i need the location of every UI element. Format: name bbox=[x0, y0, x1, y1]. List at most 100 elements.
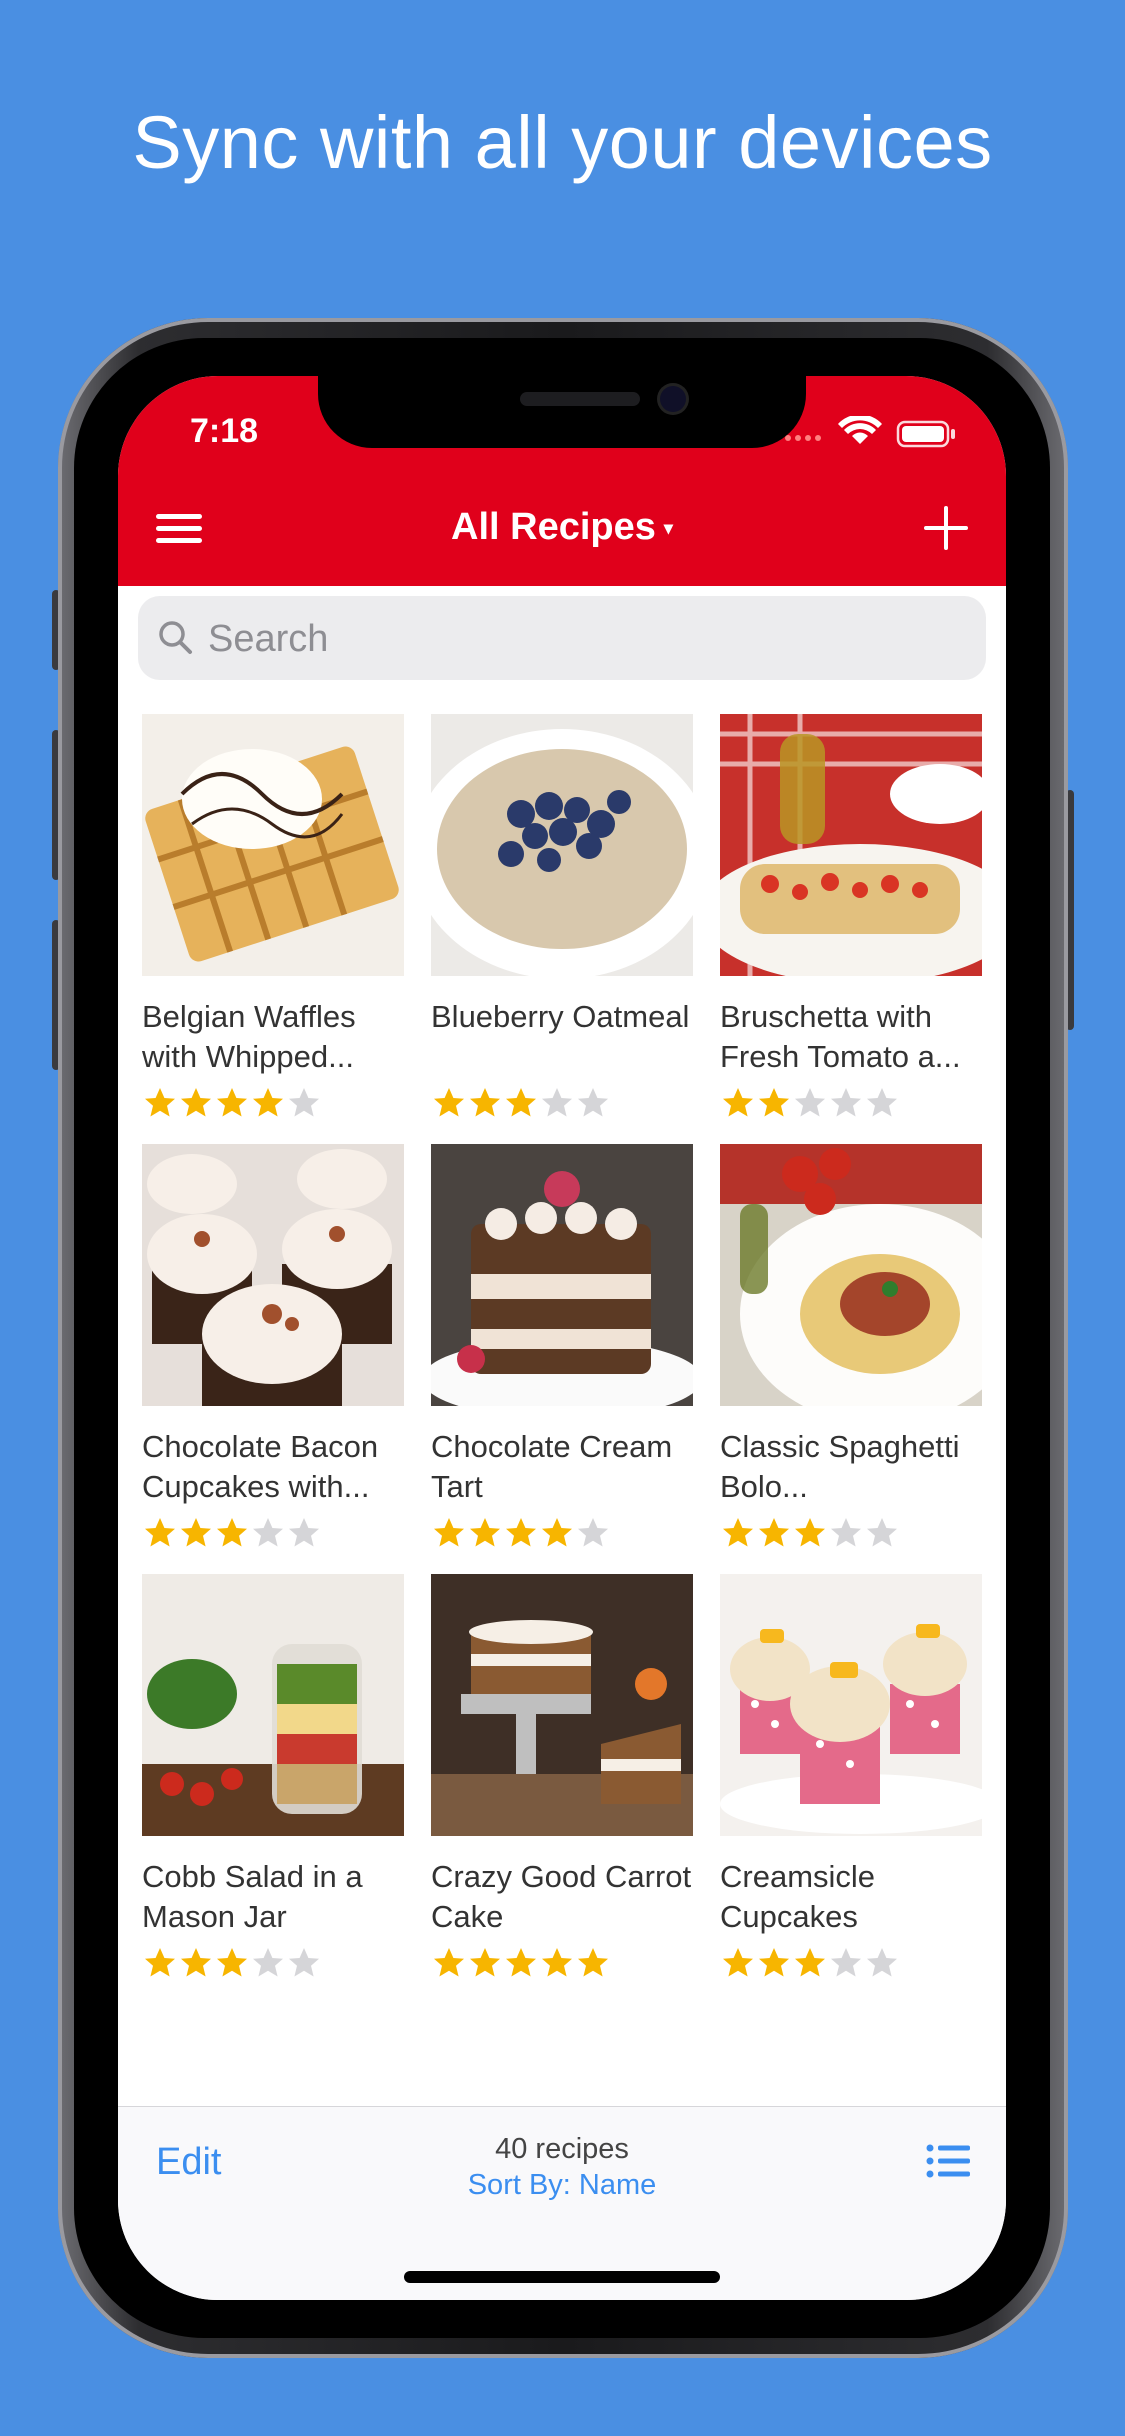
star-filled-icon bbox=[217, 1948, 247, 1977]
star-filled-icon bbox=[795, 1518, 825, 1547]
star-rating bbox=[142, 1515, 404, 1551]
recipe-title: Chocolate Bacon Cupcakes with... bbox=[142, 1429, 379, 1504]
star-empty-icon bbox=[831, 1948, 861, 1977]
star-filled-icon bbox=[145, 1088, 175, 1117]
star-empty-icon bbox=[253, 1948, 283, 1977]
wifi-icon bbox=[838, 416, 882, 444]
star-filled-icon bbox=[434, 1518, 464, 1547]
bottom-toolbar: Edit 40 recipes Sort By: Name bbox=[118, 2106, 1006, 2300]
star-filled-icon bbox=[145, 1948, 175, 1977]
recipe-photo-creamsicle-cupcakes bbox=[720, 1574, 1000, 1836]
speaker-grille bbox=[520, 392, 640, 406]
star-rating bbox=[720, 1515, 982, 1551]
star-filled-icon bbox=[506, 1088, 536, 1117]
navigation-header: 7:18 All Recipes ▾ bbox=[118, 376, 1006, 586]
star-filled-icon bbox=[434, 1088, 464, 1117]
recipe-photo-spaghetti bbox=[720, 1144, 1002, 1424]
star-rating bbox=[720, 1945, 982, 1981]
star-filled-icon bbox=[470, 1948, 500, 1977]
star-filled-icon bbox=[217, 1518, 247, 1547]
recipe-photo-oatmeal bbox=[412, 714, 712, 979]
status-time: 7:18 bbox=[190, 412, 259, 450]
star-empty-icon bbox=[795, 1088, 825, 1117]
recipe-title: Chocolate Cream Tart bbox=[431, 1429, 673, 1504]
star-empty-icon bbox=[578, 1088, 608, 1117]
star-filled-icon bbox=[723, 1088, 753, 1117]
recipe-photo-cobb-salad bbox=[142, 1574, 404, 1836]
star-filled-icon bbox=[723, 1518, 753, 1547]
recipe-photo-waffles bbox=[142, 714, 404, 976]
recipe-title: Cobb Salad in a Mason Jar bbox=[142, 1859, 363, 1934]
star-rating bbox=[431, 1085, 693, 1121]
star-empty-icon bbox=[289, 1518, 319, 1547]
recipe-card[interactable]: Crazy Good Carrot Cake bbox=[431, 1574, 693, 1981]
recipe-card[interactable]: Chocolate Bacon Cupcakes with... bbox=[142, 1144, 404, 1551]
star-empty-icon bbox=[867, 1948, 897, 1977]
battery-icon bbox=[896, 420, 955, 448]
nav-title: All Recipes bbox=[451, 506, 656, 548]
recipe-card[interactable]: Blueberry Oatmeal bbox=[412, 714, 712, 1121]
recipe-card[interactable]: Bruschetta with Fresh Tomato a... bbox=[700, 714, 1002, 1121]
search-bar[interactable] bbox=[138, 596, 986, 682]
recipe-card[interactable]: Creamsicle Cupcakes bbox=[720, 1574, 1000, 1981]
home-indicator bbox=[404, 2271, 720, 2283]
search-icon bbox=[159, 621, 192, 654]
star-empty-icon bbox=[867, 1518, 897, 1547]
recipe-grid: Belgian Waffles with Whipped... Blueberr… bbox=[142, 714, 1002, 2004]
star-filled-icon bbox=[578, 1948, 608, 1977]
recipe-photo-cream-tart bbox=[422, 1144, 702, 1419]
recipe-title: Bruschetta with Fresh Tomato a... bbox=[720, 999, 961, 1074]
star-filled-icon bbox=[181, 1088, 211, 1117]
phone-screen: 7:18 All Recipes ▾ Search Belgian Waffle… bbox=[118, 376, 1006, 2300]
star-filled-icon bbox=[759, 1088, 789, 1117]
phone-notch bbox=[318, 376, 806, 448]
star-filled-icon bbox=[217, 1088, 247, 1117]
star-rating bbox=[142, 1085, 404, 1121]
plus-icon[interactable] bbox=[922, 504, 970, 552]
star-filled-icon bbox=[506, 1518, 536, 1547]
sort-by-button[interactable]: Sort By: Name bbox=[118, 2169, 1006, 2202]
star-empty-icon bbox=[831, 1518, 861, 1547]
recipe-title: Crazy Good Carrot Cake bbox=[431, 1859, 692, 1934]
star-filled-icon bbox=[434, 1948, 464, 1977]
star-filled-icon bbox=[723, 1948, 753, 1977]
front-camera bbox=[660, 386, 686, 412]
star-empty-icon bbox=[253, 1518, 283, 1547]
star-filled-icon bbox=[253, 1088, 283, 1117]
recipe-photo-carrot-cake bbox=[431, 1574, 693, 1836]
recipe-title: Creamsicle Cupcakes bbox=[720, 1859, 876, 1934]
star-rating bbox=[431, 1945, 693, 1981]
star-filled-icon bbox=[542, 1518, 572, 1547]
recipe-category-selector[interactable]: All Recipes ▾ bbox=[118, 506, 1006, 549]
star-filled-icon bbox=[759, 1948, 789, 1977]
recipe-card[interactable]: Cobb Salad in a Mason Jar bbox=[142, 1574, 404, 1981]
status-icons bbox=[785, 416, 955, 448]
star-empty-icon bbox=[831, 1088, 861, 1117]
search-input[interactable] bbox=[206, 596, 950, 682]
recipe-card[interactable]: Classic Spaghetti Bolo... bbox=[720, 1144, 1002, 1551]
star-filled-icon bbox=[470, 1518, 500, 1547]
signal-icon bbox=[785, 435, 821, 441]
chevron-down-icon: ▾ bbox=[663, 518, 673, 539]
star-empty-icon bbox=[867, 1088, 897, 1117]
star-empty-icon bbox=[289, 1088, 319, 1117]
recipe-title: Blueberry Oatmeal bbox=[431, 999, 690, 1034]
star-rating bbox=[720, 1085, 982, 1121]
star-filled-icon bbox=[470, 1088, 500, 1117]
star-filled-icon bbox=[506, 1948, 536, 1977]
star-empty-icon bbox=[578, 1518, 608, 1547]
star-empty-icon bbox=[542, 1088, 572, 1117]
recipe-card[interactable]: Chocolate Cream Tart bbox=[422, 1144, 702, 1551]
recipe-card[interactable]: Belgian Waffles with Whipped... bbox=[142, 714, 404, 1121]
recipe-photo-bacon-cupcakes bbox=[142, 1144, 404, 1406]
star-rating bbox=[431, 1515, 693, 1551]
star-rating bbox=[142, 1945, 404, 1981]
star-filled-icon bbox=[759, 1518, 789, 1547]
star-filled-icon bbox=[181, 1948, 211, 1977]
list-icon[interactable] bbox=[926, 2143, 970, 2179]
recipe-title: Classic Spaghetti Bolo... bbox=[720, 1429, 960, 1504]
star-empty-icon bbox=[289, 1948, 319, 1977]
star-filled-icon bbox=[181, 1518, 211, 1547]
star-filled-icon bbox=[795, 1948, 825, 1977]
recipe-count: 40 recipes bbox=[495, 2133, 629, 2165]
